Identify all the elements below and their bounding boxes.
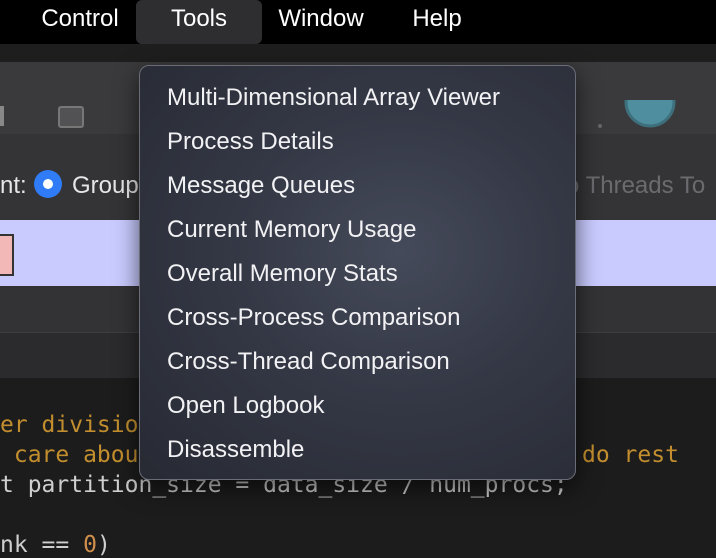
code-line-fragment: do rest	[582, 442, 679, 468]
toolbar-separator	[598, 124, 602, 128]
code-number: 0	[83, 532, 97, 558]
group-radio[interactable]	[34, 170, 62, 198]
menu-item-current-memory-usage[interactable]: Current Memory Usage	[167, 210, 416, 250]
menu-window[interactable]: Window	[262, 0, 380, 44]
menu-tools[interactable]: Tools	[136, 0, 262, 44]
code-fragment: nk ==	[0, 532, 84, 558]
toolbar-button[interactable]	[58, 106, 84, 128]
menu-item-cross-process-comparison[interactable]: Cross-Process Comparison	[167, 298, 460, 338]
threads-option-label[interactable]: o Threads To	[566, 172, 705, 200]
code-line: nk == 0)	[0, 532, 111, 558]
menu-item-process-details[interactable]: Process Details	[167, 122, 334, 162]
menu-help[interactable]: Help	[396, 0, 478, 44]
code-line: er divisio	[0, 412, 139, 438]
menu-item-open-logbook[interactable]: Open Logbook	[167, 386, 324, 426]
process-status-box	[0, 234, 14, 276]
group-radio-label[interactable]: Group	[72, 172, 139, 200]
code-line: care abou	[0, 442, 139, 468]
menu-item-cross-thread-comparison[interactable]: Cross-Thread Comparison	[167, 342, 450, 382]
tools-dropdown-menu: Multi-Dimensional Array Viewer Process D…	[139, 65, 576, 480]
option-label: nt:	[0, 172, 27, 199]
menu-bar: Control Tools Window Help	[0, 0, 716, 44]
menu-item-disassemble[interactable]: Disassemble	[167, 430, 304, 470]
circle-toolbar-icon[interactable]	[624, 100, 676, 134]
menu-control[interactable]: Control	[24, 0, 136, 44]
code-fragment: )	[96, 532, 111, 558]
menu-item-overall-memory-stats[interactable]: Overall Memory Stats	[167, 254, 398, 294]
toolbar-edge	[0, 106, 4, 126]
menu-item-message-queues[interactable]: Message Queues	[167, 166, 355, 206]
menu-item-array-viewer[interactable]: Multi-Dimensional Array Viewer	[167, 78, 500, 118]
